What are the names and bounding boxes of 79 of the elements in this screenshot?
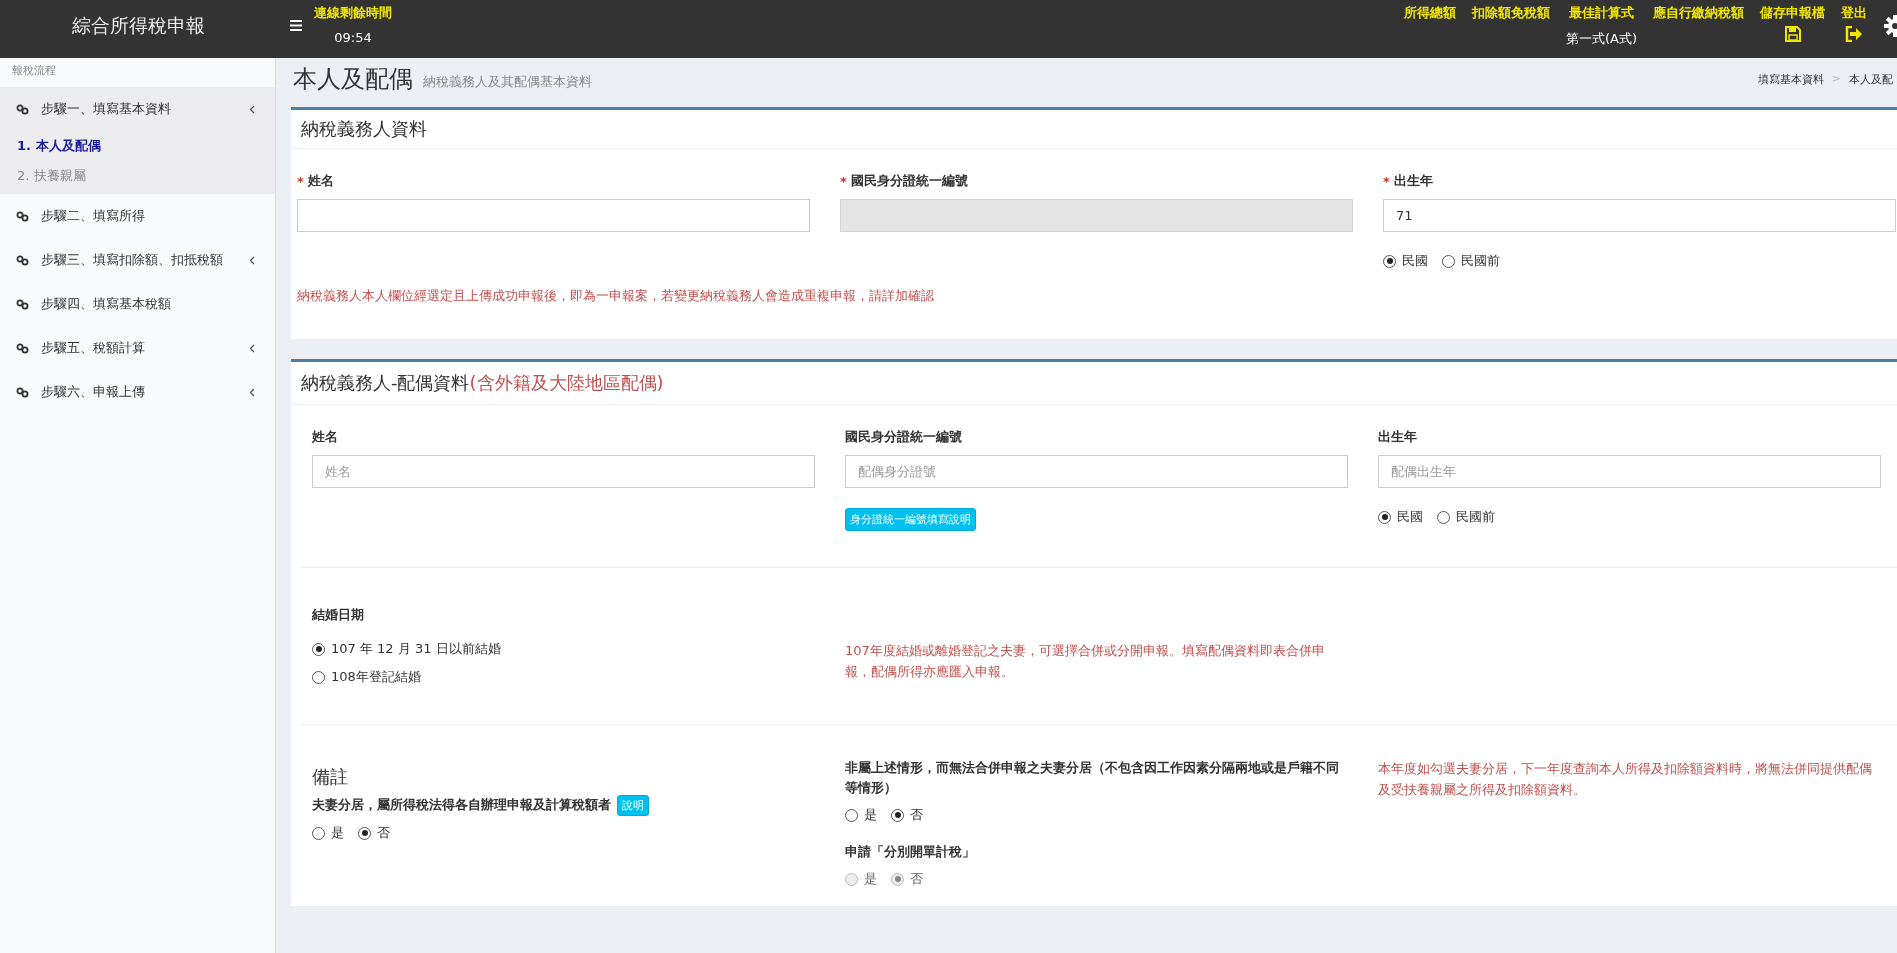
- radio-option[interactable]: 民國: [1378, 508, 1423, 526]
- field-label: 出生年: [1378, 428, 1417, 446]
- save-button[interactable]: 儲存申報檔: [1760, 4, 1825, 22]
- caret-icon: [249, 104, 255, 114]
- sidebar-item[interactable]: 步驟四、填寫基本稅額: [0, 282, 275, 326]
- radio-option[interactable]: 是: [312, 824, 344, 842]
- caret-icon: [249, 387, 255, 397]
- link-icon: [16, 254, 29, 266]
- info-text: 107年度結婚或離婚登記之夫妻，可選擇合併或分開申報。填寫配偶資料即表合併申報，配偶所得亦應匯入申報。: [845, 642, 1326, 681]
- input-field[interactable]: [297, 199, 810, 232]
- page-title: 本人及配偶: [293, 64, 413, 95]
- radio-button[interactable]: [1442, 254, 1455, 268]
- field-label: 姓名: [312, 428, 338, 446]
- link-icon: [16, 298, 29, 310]
- radio-option[interactable]: 民國: [1383, 252, 1428, 270]
- radio-button[interactable]: [845, 808, 858, 822]
- field-label: 非屬上述情形，而無法合併申報之夫妻分居（不包含因工作因素分隔兩地或是戶籍不同等情形）: [845, 759, 1340, 797]
- sidebar-subitem[interactable]: 1. 本人及配偶: [0, 131, 275, 161]
- breadcrumb-link[interactable]: 填寫基本資料: [1757, 71, 1824, 87]
- input-field[interactable]: 配偶身分證號: [845, 455, 1348, 488]
- timer-value: 09:54: [334, 30, 372, 45]
- radio-option[interactable]: 是: [845, 806, 877, 824]
- radio-option[interactable]: 否: [891, 806, 923, 824]
- radio-button[interactable]: [1383, 254, 1396, 268]
- link-icon: [16, 210, 29, 222]
- radio-button[interactable]: [312, 670, 325, 684]
- toolbar-link[interactable]: 最佳計算式: [1568, 4, 1634, 22]
- radio-option[interactable]: 民國前: [1442, 252, 1500, 270]
- sidebar-item[interactable]: 步驟五、稅額計算: [0, 326, 275, 370]
- breadcrumb-link[interactable]: 本人及配: [1849, 71, 1893, 87]
- link-icon: [16, 103, 29, 115]
- radio-option[interactable]: 民國前: [1437, 508, 1495, 526]
- radio-button[interactable]: [358, 826, 371, 840]
- panel-title-note: (含外籍及大陸地區配偶): [469, 371, 664, 395]
- field-label: 結婚日期: [312, 606, 365, 624]
- field-label: 國民身分證統一編號: [845, 428, 962, 446]
- sidebar-heading: 報稅流程: [11, 63, 57, 79]
- sidebar-item[interactable]: 步驟二、填寫所得: [0, 194, 275, 238]
- radio-button[interactable]: [891, 808, 904, 822]
- required-asterisk: *: [840, 173, 847, 189]
- input-field[interactable]: 配偶出生年: [1378, 455, 1881, 488]
- caret-icon: [249, 255, 255, 265]
- radio-button[interactable]: [312, 826, 325, 840]
- app-title: 綜合所得稅申報: [70, 13, 206, 38]
- page-subtitle: 納稅義務人及其配偶基本資料: [423, 73, 592, 91]
- field-label: 夫妻分居，屬所得稅法得各自辦理申報及計算稅額者: [312, 797, 611, 812]
- required-asterisk: *: [1383, 173, 1390, 189]
- radio-option[interactable]: 否: [358, 824, 390, 842]
- input-field[interactable]: 姓名: [312, 455, 815, 488]
- toolbar-link[interactable]: 所得總額: [1403, 4, 1456, 22]
- info-text: 本年度如勾選夫妻分居，下一年度查詢本人所得及扣除額資料時，將無法併同提供配偶及受扶養親屬之所得及扣除額資料。: [1378, 760, 1873, 799]
- radio-button[interactable]: [312, 642, 325, 656]
- field-label: 出生年: [1393, 172, 1433, 190]
- toolbar-link[interactable]: 扣除額免稅額: [1471, 4, 1550, 22]
- section-title: 備註: [312, 765, 349, 789]
- panel-title: 納稅義務人-配偶資料: [301, 371, 470, 395]
- radio-button[interactable]: [1437, 510, 1450, 524]
- logout-icon[interactable]: [1845, 26, 1863, 42]
- menu-icon[interactable]: [290, 19, 302, 31]
- formula-value: 第一式(A式): [1565, 30, 1637, 48]
- caret-icon: [249, 343, 255, 353]
- input-field[interactable]: 71: [1383, 199, 1896, 232]
- link-icon: [16, 342, 29, 354]
- radio-button[interactable]: [1378, 510, 1391, 524]
- sidebar-item[interactable]: 步驟三、填寫扣除額、扣抵稅額: [0, 238, 275, 282]
- required-asterisk: *: [297, 173, 304, 189]
- timer-label: 連線剩餘時間: [314, 4, 392, 22]
- radio-option[interactable]: 108年登記結婚: [312, 668, 421, 686]
- field-label: 姓名: [307, 172, 334, 190]
- logout-button[interactable]: 登出: [1841, 4, 1867, 22]
- link-icon: [16, 386, 29, 398]
- breadcrumb-separator: >: [1831, 71, 1841, 87]
- radio-option[interactable]: 107 年 12 月 31 日以前結婚: [312, 640, 501, 658]
- panel-title: 納稅義務人資料: [301, 117, 427, 141]
- field-label: 國民身分證統一編號: [850, 172, 968, 190]
- field-label: 申請「分別開單計稅」: [845, 843, 976, 861]
- warning-text: 納稅義務人本人欄位經選定且上傳成功申報後，即為一申報案，若變更納稅義務人會造成重複申報，請詳加確認: [296, 287, 935, 305]
- toolbar-link[interactable]: 應自行繳納稅額: [1653, 4, 1744, 22]
- sidebar-item[interactable]: 步驟六、申報上傳: [0, 370, 275, 414]
